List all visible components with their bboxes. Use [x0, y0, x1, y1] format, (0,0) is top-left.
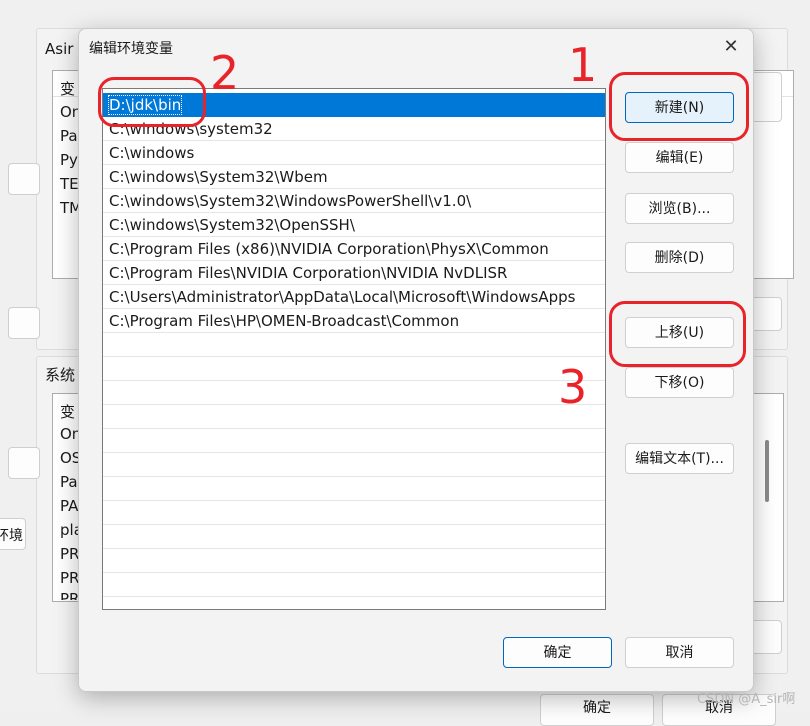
path-list-item[interactable]: C:\Program Files\NVIDIA Corporation\NVID…: [103, 261, 605, 285]
env-button[interactable]: 环境: [0, 518, 26, 550]
user-var-row[interactable]: Py: [60, 151, 78, 169]
annotation-ring-selected-path: [98, 77, 206, 127]
browse-button-label: 浏览(B)...: [648, 201, 711, 217]
ok-button-label: 确定: [543, 645, 572, 661]
move-down-button[interactable]: 下移(O): [625, 367, 734, 398]
move-down-button-label: 下移(O): [654, 375, 705, 391]
path-list-empty-row[interactable]: [103, 405, 605, 429]
path-text: C:\windows: [109, 144, 195, 162]
ok-button[interactable]: 确定: [503, 637, 612, 668]
edit-text-button[interactable]: 编辑文本(T)...: [625, 443, 734, 474]
path-text: C:\Program Files (x86)\NVIDIA Corporatio…: [109, 240, 549, 258]
path-text: C:\Program Files\NVIDIA Corporation\NVID…: [109, 264, 508, 282]
path-text: C:\windows\System32\OpenSSH\: [109, 216, 355, 234]
system-var-row[interactable]: Pa: [60, 473, 78, 491]
path-list[interactable]: D:\jdk\bin C:\windows\system32 C:\window…: [102, 88, 606, 610]
user-var-row[interactable]: 变: [60, 78, 75, 99]
delete-button-label: 删除(D): [654, 250, 705, 266]
system-var-row[interactable]: PR: [60, 569, 79, 587]
user-var-row[interactable]: Pa: [60, 127, 78, 145]
path-list-item[interactable]: C:\windows\System32\OpenSSH\: [103, 213, 605, 237]
annotation-number-1: 1: [568, 38, 598, 92]
path-list-empty-row[interactable]: [103, 573, 605, 597]
edit-button-label: 编辑(E): [655, 150, 704, 166]
path-list-item[interactable]: C:\Program Files\HP\OMEN-Broadcast\Commo…: [103, 309, 605, 333]
annotation-ring-new-button: [609, 72, 749, 141]
path-list-item[interactable]: C:\Program Files (x86)\NVIDIA Corporatio…: [103, 237, 605, 261]
watermark: CSDN @A_sir啊: [697, 692, 796, 707]
path-list-item[interactable]: C:\Users\Administrator\AppData\Local\Mic…: [103, 285, 605, 309]
path-list-empty-row[interactable]: [103, 597, 605, 609]
system-var-row[interactable]: 变: [60, 401, 75, 422]
path-list-item[interactable]: C:\windows\System32\WindowsPowerShell\v1…: [103, 189, 605, 213]
bg-ok-label: 确定: [583, 700, 611, 716]
path-list-empty-row[interactable]: [103, 453, 605, 477]
user-var-row[interactable]: TE: [60, 175, 79, 193]
cancel-button-label: 取消: [665, 645, 694, 661]
system-var-row[interactable]: PR: [60, 590, 79, 600]
close-icon: ✕: [723, 36, 739, 57]
system-var-row[interactable]: PR: [60, 545, 79, 563]
close-button[interactable]: ✕: [715, 33, 747, 61]
path-list-empty-row[interactable]: [103, 525, 605, 549]
path-list-empty-row[interactable]: [103, 477, 605, 501]
user-variables-label: Asir: [45, 40, 74, 58]
bg-ok-button[interactable]: 确定: [540, 694, 654, 726]
path-text: C:\windows\System32\WindowsPowerShell\v1…: [109, 192, 472, 210]
browse-button[interactable]: 浏览(B)...: [625, 193, 734, 224]
cancel-button[interactable]: 取消: [625, 637, 734, 668]
dialog-title: 编辑环境变量: [89, 41, 173, 57]
path-list-empty-row[interactable]: [103, 429, 605, 453]
path-text: C:\Program Files\HP\OMEN-Broadcast\Commo…: [109, 312, 460, 330]
bg-left-button[interactable]: [8, 447, 40, 479]
path-list-empty-row[interactable]: [103, 381, 605, 405]
env-button-label: 环境: [0, 528, 23, 544]
system-variables-scrollbar[interactable]: [765, 440, 769, 502]
system-variables-label: 系统: [45, 366, 76, 384]
annotation-number-2: 2: [210, 46, 240, 100]
annotation-ring-move-up-button: [609, 301, 746, 367]
bg-left-button[interactable]: [8, 163, 40, 195]
path-text: C:\Users\Administrator\AppData\Local\Mic…: [109, 288, 576, 306]
delete-button[interactable]: 删除(D): [625, 242, 734, 273]
path-list-empty-row[interactable]: [103, 549, 605, 573]
path-list-empty-row[interactable]: [103, 333, 605, 357]
edit-button[interactable]: 编辑(E): [625, 142, 734, 173]
path-list-empty-row[interactable]: [103, 357, 605, 381]
bg-left-button[interactable]: [8, 307, 40, 339]
edit-text-button-label: 编辑文本(T)...: [635, 451, 724, 467]
path-text: C:\windows\System32\Wbem: [109, 168, 328, 186]
annotation-number-3: 3: [558, 360, 588, 414]
path-list-empty-row[interactable]: [103, 501, 605, 525]
path-list-item[interactable]: C:\windows\System32\Wbem: [103, 165, 605, 189]
path-list-item[interactable]: C:\windows: [103, 141, 605, 165]
system-var-row[interactable]: PA: [60, 497, 78, 515]
